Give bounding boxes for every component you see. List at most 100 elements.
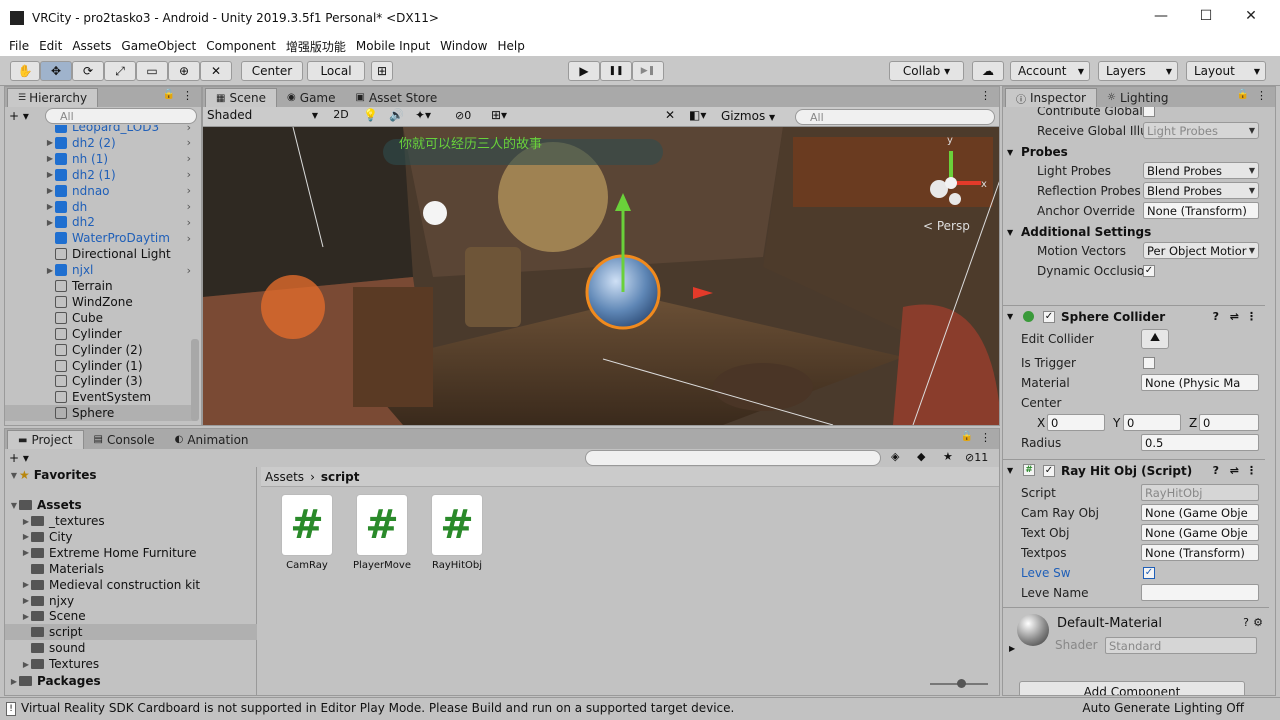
cloud-icon[interactable]: ☁ [972, 61, 1004, 81]
custom-tool-icon[interactable]: ✕ [200, 61, 232, 81]
script-file[interactable]: # RayHitObj [425, 495, 489, 571]
open-prefab-icon[interactable]: › [187, 264, 191, 277]
hierarchy-item[interactable]: ▶ dh2 (2) › [5, 135, 195, 151]
packages-item[interactable]: ▶ Packages [9, 673, 101, 689]
textpos-field[interactable]: None (Transform) [1141, 544, 1259, 561]
motion-vectors-dropdown[interactable]: Per Object Motior [1143, 242, 1259, 259]
favorites-item[interactable]: ▼ ★ Favorites [9, 467, 97, 483]
hierarchy-item[interactable]: ▶ nh (1) › [5, 151, 195, 167]
pivot-center-button[interactable]: Center [241, 61, 303, 81]
folder-item[interactable]: ▶ Textures [21, 656, 253, 672]
hand-tool-icon[interactable]: ✋ [10, 61, 40, 81]
hierarchy-item[interactable]: Cylinder (2) [5, 342, 195, 358]
menu-mobile-input[interactable]: Mobile Input [351, 39, 435, 53]
search-by-type-icon[interactable]: ◈ [891, 450, 899, 463]
center-z-input[interactable]: 0 [1199, 414, 1259, 431]
tab-game[interactable]: ◉ Game [277, 88, 345, 107]
hierarchy-item[interactable]: ▶ dh › [5, 199, 195, 215]
move-tool-icon[interactable]: ✥ [40, 61, 72, 81]
text-obj-field[interactable]: None (Game Obje [1141, 524, 1259, 541]
lock-icon[interactable]: 🔒 [961, 431, 973, 442]
hierarchy-search-input[interactable]: All [45, 108, 197, 124]
hierarchy-scrollbar[interactable] [191, 339, 199, 421]
tab-animation[interactable]: ◐ Animation [165, 430, 259, 449]
folder-item[interactable]: ▶ Extreme Home Furniture [21, 545, 253, 561]
expand-arrow-icon[interactable]: ▶ [1009, 644, 1015, 653]
center-y-input[interactable]: 0 [1123, 414, 1181, 431]
perspective-label[interactable]: < Persp [923, 219, 970, 233]
expand-arrow-icon[interactable]: ▶ [21, 532, 31, 541]
sphere-collider-enabled-checkbox[interactable]: ✓ [1043, 311, 1055, 323]
ray-hit-obj-enabled-checkbox[interactable]: ✓ [1043, 465, 1055, 477]
close-button[interactable]: ✕ [1236, 8, 1266, 24]
lock-icon[interactable]: 🔒 [1237, 89, 1249, 100]
pivot-local-button[interactable]: Local [307, 61, 365, 81]
icon-size-slider-handle[interactable] [957, 679, 966, 688]
rect-tool-icon[interactable]: ▭ [136, 61, 168, 81]
preset-icon[interactable]: ⇌ [1230, 310, 1239, 323]
tab-asset-store[interactable]: ▣ Asset Store [346, 88, 448, 107]
hierarchy-item[interactable]: Cylinder (3) [5, 373, 195, 389]
expand-arrow-icon[interactable]: ▶ [45, 266, 55, 275]
anchor-override-field[interactable]: None (Transform) [1143, 202, 1259, 219]
audio-toggle-icon[interactable]: 🔊 [389, 108, 404, 122]
hierarchy-item[interactable]: Leopard_LOD3 › [5, 125, 195, 135]
hierarchy-item[interactable]: ▶ ndnao › [5, 183, 195, 199]
create-button[interactable]: + ▾ [9, 109, 29, 123]
camera-icon[interactable]: ◧▾ [689, 108, 706, 122]
tab-scene[interactable]: ▦ Scene [205, 88, 278, 107]
open-prefab-icon[interactable]: › [187, 216, 191, 229]
open-prefab-icon[interactable]: › [187, 232, 191, 245]
assets-root-item[interactable]: ▼ Assets [9, 497, 82, 513]
expand-arrow-icon[interactable]: ▶ [21, 612, 31, 621]
additional-settings-section[interactable]: ▼ Additional Settings [1003, 221, 1265, 243]
expand-arrow-icon[interactable]: ▶ [45, 170, 55, 179]
contribute-gi-checkbox[interactable] [1143, 107, 1155, 117]
folder-item[interactable]: ▶ _textures [21, 513, 253, 529]
expand-arrow-icon[interactable]: ▶ [45, 138, 55, 147]
scale-tool-icon[interactable]: ⤢ [104, 61, 136, 81]
hierarchy-item[interactable]: Cube [5, 310, 195, 326]
open-prefab-icon[interactable]: › [187, 125, 191, 134]
lighting-toggle-icon[interactable]: 💡 [363, 108, 378, 122]
menu-enhanced[interactable]: 增强版功能 [281, 38, 351, 55]
material-field[interactable]: None (Physic Ma [1141, 374, 1259, 391]
light-probes-dropdown[interactable]: Blend Probes [1143, 162, 1259, 179]
expand-arrow-icon[interactable]: ▶ [21, 596, 31, 605]
minimize-button[interactable]: — [1146, 8, 1176, 24]
orientation-gizmo[interactable]: y x [919, 135, 989, 211]
hierarchy-item[interactable]: Cylinder (1) [5, 358, 195, 374]
hierarchy-item[interactable]: Terrain [5, 278, 195, 294]
breadcrumb-script[interactable]: script [321, 470, 360, 484]
menu-assets[interactable]: Assets [67, 39, 116, 53]
menu-component[interactable]: Component [201, 39, 281, 53]
tab-lighting[interactable]: ☼ Lighting [1097, 88, 1178, 107]
center-x-input[interactable]: 0 [1047, 414, 1105, 431]
hierarchy-item[interactable]: ▶ njxl › [5, 262, 195, 278]
tab-console[interactable]: ▤ Console [84, 430, 165, 449]
status-message[interactable]: Virtual Reality SDK Cardboard is not sup… [21, 701, 734, 715]
menu-gameobject[interactable]: GameObject [116, 39, 201, 53]
expand-arrow-icon[interactable]: ▶ [21, 548, 31, 557]
cam-ray-obj-field[interactable]: None (Game Obje [1141, 504, 1259, 521]
2d-toggle[interactable]: 2D [329, 108, 353, 125]
help-icon[interactable]: ? [1213, 310, 1219, 323]
layers-dropdown[interactable]: Layers ▼ [1098, 61, 1178, 81]
expand-arrow-icon[interactable]: ▶ [45, 202, 55, 211]
pause-button[interactable]: ❚❚ [600, 61, 632, 81]
hierarchy-item[interactable]: WindZone [5, 294, 195, 310]
open-prefab-icon[interactable]: › [187, 168, 191, 181]
menu-help[interactable]: Help [492, 39, 529, 53]
script-file[interactable]: # CamRay [275, 495, 339, 571]
effects-toggle-icon[interactable]: ✦▾ [415, 108, 431, 122]
expand-arrow-icon[interactable]: ▶ [21, 580, 31, 589]
rotate-tool-icon[interactable]: ⟳ [72, 61, 104, 81]
leve-sw-checkbox[interactable]: ✓ [1143, 567, 1155, 579]
scene-search-input[interactable]: All [795, 109, 995, 125]
hidden-objects-toggle[interactable]: ⊘0 [455, 109, 471, 122]
tab-project[interactable]: ▬ Project [7, 430, 84, 449]
preset-icon[interactable]: ⇌ [1230, 464, 1239, 477]
menu-file[interactable]: File [4, 39, 34, 53]
hierarchy-item[interactable]: Directional Light [5, 246, 195, 262]
folder-item[interactable]: ▶ Scene [21, 608, 253, 624]
